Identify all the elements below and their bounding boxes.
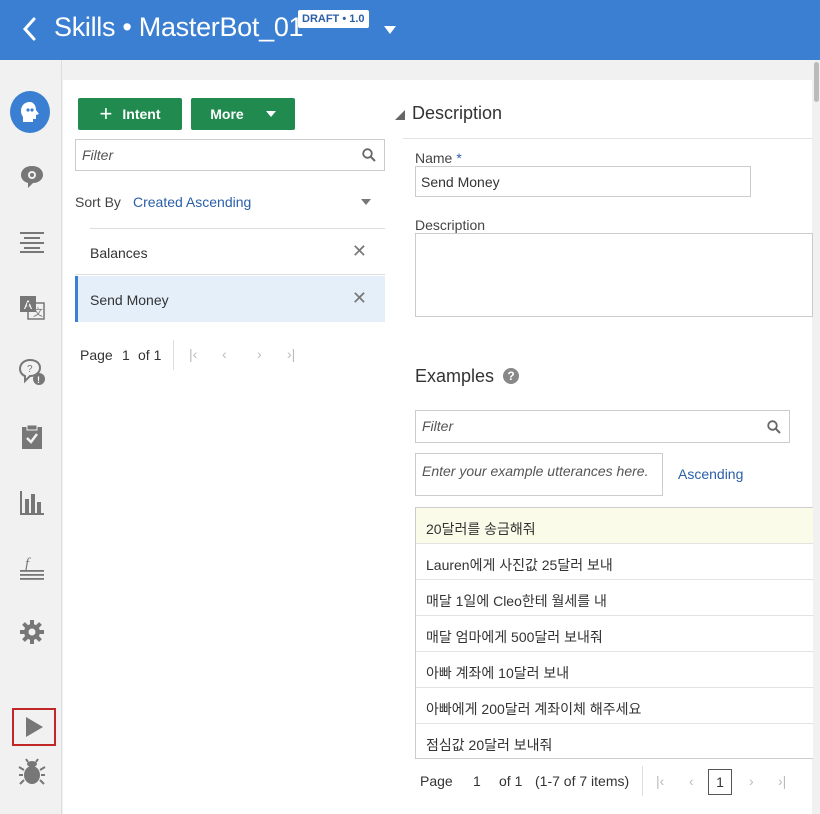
- delete-intent-icon[interactable]: ✕: [352, 288, 367, 309]
- examples-table: 20달러를 송금해줘 Lauren에게 사진값 25달러 보내 매달 1일에 C…: [415, 507, 813, 759]
- page-title: Skills • MasterBot_01: [54, 12, 304, 42]
- table-row[interactable]: 매달 엄마에게 500달러 보내줘: [416, 616, 813, 652]
- examples-pager-range: (1-7 of 7 items): [535, 773, 630, 789]
- translate-icon[interactable]: A文: [12, 287, 52, 327]
- svg-text:?: ?: [27, 364, 33, 375]
- intent-filter-field: [75, 139, 385, 171]
- required-marker: *: [456, 150, 462, 166]
- version-dropdown-icon[interactable]: [383, 22, 397, 34]
- run-skill-tester-button[interactable]: [12, 708, 56, 746]
- app-header: Skills • MasterBot_01 DRAFT • 1.0: [0, 0, 820, 60]
- svg-text:!: !: [37, 375, 40, 385]
- version-badge: DRAFT • 1.0: [298, 10, 369, 28]
- next-page-icon[interactable]: ›: [749, 773, 754, 789]
- first-page-icon[interactable]: |‹: [189, 346, 197, 362]
- examples-section-title: Examples: [415, 366, 495, 386]
- left-nav-rail: A文 ?! f: [0, 60, 62, 814]
- delete-intent-icon[interactable]: ✕: [352, 241, 367, 262]
- first-page-icon[interactable]: |‹: [656, 773, 664, 789]
- prev-page-icon[interactable]: ‹: [222, 346, 227, 362]
- intent-filter-input[interactable]: [76, 140, 336, 170]
- svg-text:文: 文: [33, 306, 43, 319]
- prev-page-icon[interactable]: ‹: [689, 773, 694, 789]
- intent-pager-label: Page: [80, 347, 113, 363]
- sort-by-label: Sort By: [75, 194, 121, 210]
- intent-name-input[interactable]: Send Money: [415, 166, 751, 197]
- page-scrollbar[interactable]: [812, 60, 820, 814]
- more-menu-button[interactable]: More: [191, 98, 295, 130]
- bug-icon[interactable]: [12, 752, 52, 792]
- function-icon[interactable]: f: [12, 547, 52, 587]
- clipboard-check-icon[interactable]: [12, 417, 52, 457]
- search-icon[interactable]: [362, 148, 376, 162]
- intent-pager-page: 1: [122, 347, 130, 363]
- bar-chart-icon[interactable]: [12, 482, 52, 522]
- examples-pager-total: of 1: [499, 773, 523, 789]
- table-row[interactable]: 점심값 20달러 보내줘: [416, 724, 813, 760]
- add-intent-button[interactable]: + Intent: [78, 98, 182, 130]
- examples-pager-label: Page: [420, 773, 453, 789]
- pager-divider: [642, 766, 643, 796]
- current-page-button[interactable]: 1: [708, 769, 732, 795]
- next-page-icon[interactable]: ›: [257, 346, 262, 362]
- last-page-icon[interactable]: ›|: [778, 773, 786, 789]
- table-row[interactable]: Lauren에게 사진값 25달러 보내: [416, 544, 813, 580]
- intent-pager-total: of 1: [138, 347, 162, 363]
- chevron-down-icon: [265, 111, 276, 117]
- question-bubble-icon[interactable]: ?!: [12, 352, 52, 392]
- examples-filter-field: [415, 410, 790, 443]
- entities-list-icon[interactable]: [12, 222, 52, 262]
- collapse-section-icon[interactable]: [395, 110, 405, 120]
- back-arrow-icon[interactable]: [18, 14, 40, 44]
- bot-head-icon[interactable]: [10, 91, 50, 133]
- table-row[interactable]: 매달 1일에 Cleo한테 월세를 내: [416, 580, 813, 616]
- description-field-label: Description: [415, 217, 486, 233]
- search-icon[interactable]: [767, 420, 781, 434]
- description-section-title: Description: [412, 103, 503, 123]
- table-row[interactable]: 아빠에게 200달러 계좌이체 해주세요: [416, 688, 813, 724]
- plus-icon: +: [99, 101, 113, 126]
- name-label-text: Name: [415, 150, 453, 166]
- intent-list-item-selected[interactable]: Send Money ✕: [75, 276, 385, 322]
- intent-name: Balances: [90, 245, 148, 261]
- gear-icon[interactable]: [12, 612, 52, 652]
- add-intent-label: Intent: [122, 106, 161, 122]
- help-icon[interactable]: ?: [503, 368, 519, 384]
- scroll-thumb[interactable]: [814, 62, 819, 102]
- pager-divider: [173, 340, 174, 370]
- sort-toggle-link[interactable]: Ascending: [678, 466, 743, 482]
- section-divider: [403, 138, 813, 139]
- name-field-label: Name *: [415, 150, 462, 166]
- intent-description-textarea[interactable]: [415, 233, 813, 317]
- examples-pager-page: 1: [473, 773, 481, 789]
- chat-bubble-gear-icon[interactable]: [12, 157, 52, 197]
- utterance-input[interactable]: Enter your example utterances here.: [415, 453, 663, 496]
- more-label: More: [210, 106, 244, 122]
- intent-name: Send Money: [90, 292, 169, 308]
- examples-filter-input[interactable]: [416, 411, 676, 441]
- sort-order-select[interactable]: Created Ascending: [133, 194, 251, 210]
- last-page-icon[interactable]: ›|: [287, 346, 295, 362]
- svg-text:f: f: [25, 556, 31, 572]
- table-row[interactable]: 20달러를 송금해줘: [416, 508, 813, 544]
- play-icon: [26, 717, 43, 737]
- intent-list-item[interactable]: Balances ✕: [75, 229, 385, 275]
- sort-dropdown-icon[interactable]: [361, 199, 371, 205]
- table-row[interactable]: 아빠 계좌에 10달러 보내: [416, 652, 813, 688]
